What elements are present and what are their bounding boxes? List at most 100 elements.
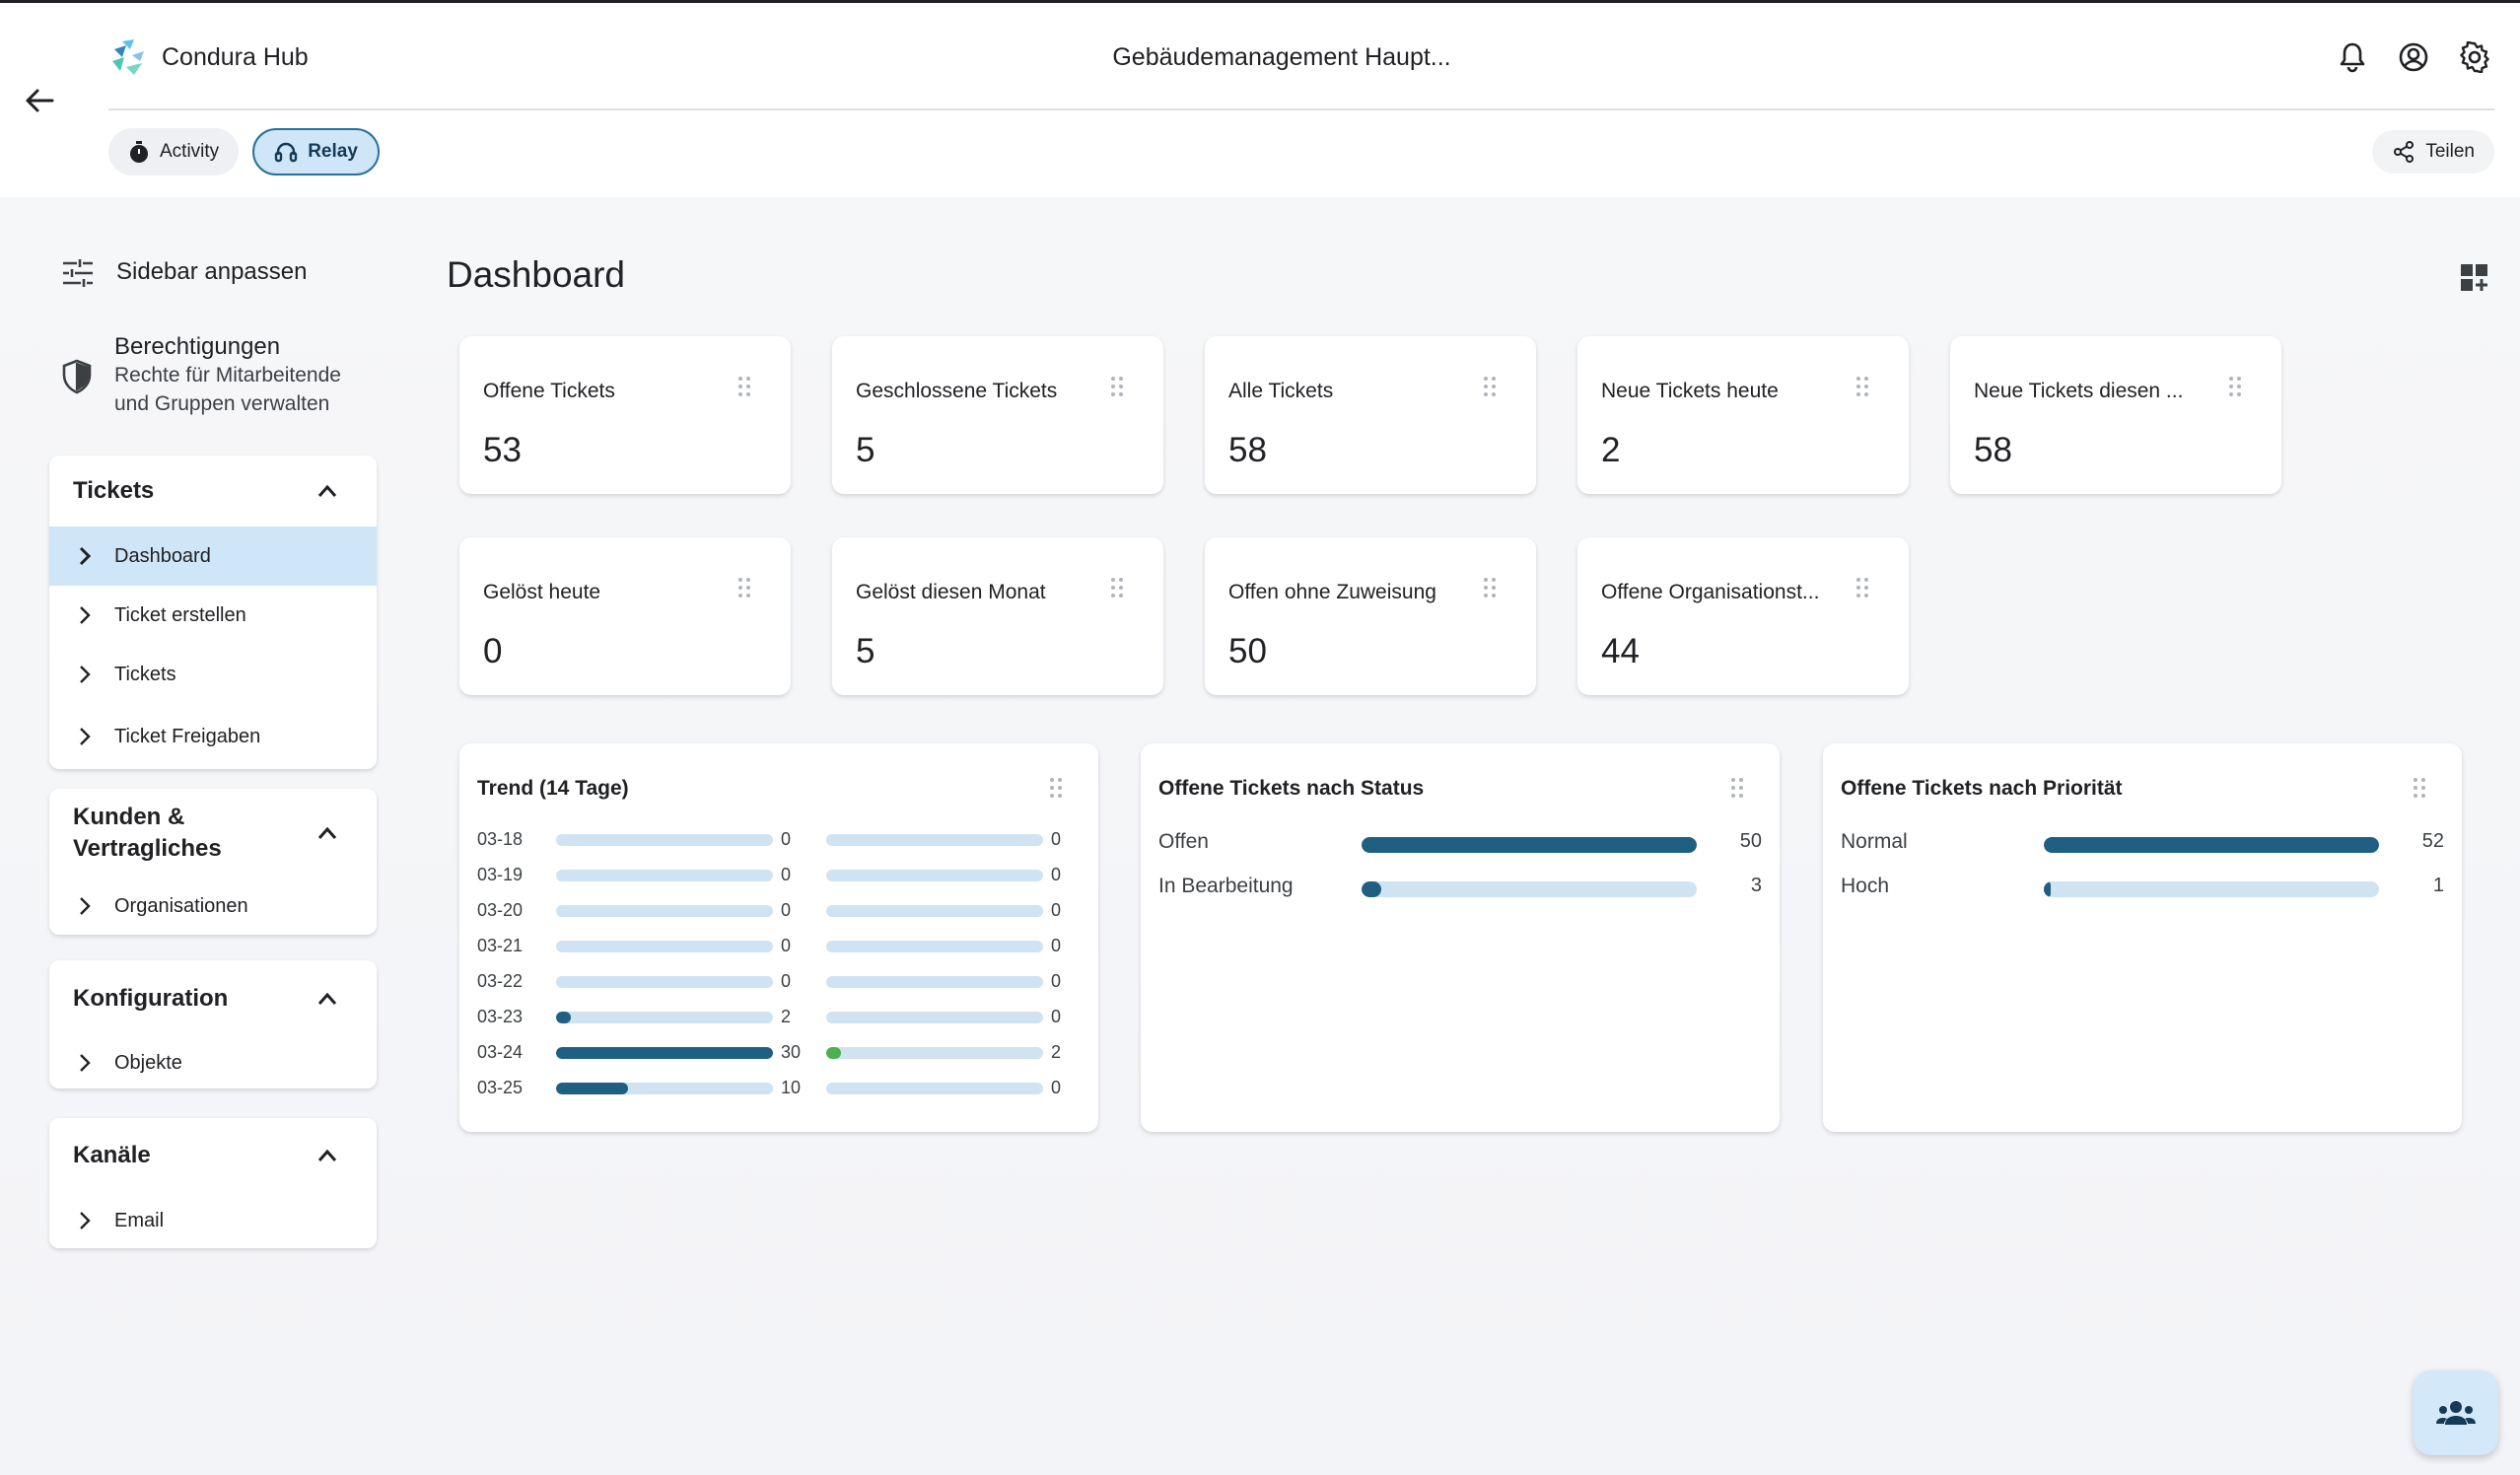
kpi-label: Alle Tickets xyxy=(1228,380,1334,402)
drag-handle-icon[interactable] xyxy=(737,577,751,598)
brand[interactable]: Condura Hub xyxy=(108,37,309,77)
kpi-value: 53 xyxy=(483,431,522,469)
share-button[interactable]: Teilen xyxy=(2372,130,2494,174)
add-widget-button[interactable] xyxy=(2455,260,2494,296)
drag-handle-icon[interactable] xyxy=(1110,577,1124,598)
kpi-card[interactable]: Offen ohne Zuweisung 50 xyxy=(1205,537,1536,695)
drag-handle-icon[interactable] xyxy=(1049,777,1063,799)
tune-icon xyxy=(63,259,93,287)
sidebar-section-konfiguration-header[interactable]: Konfiguration xyxy=(49,960,377,1037)
drag-handle-icon[interactable] xyxy=(1483,577,1497,598)
chip-relay[interactable]: Relay xyxy=(252,128,380,176)
kpi-card[interactable]: Gelöst diesen Monat 5 xyxy=(832,537,1163,695)
sidebar-item-objekte[interactable]: Objekte xyxy=(49,1037,377,1089)
stopwatch-icon xyxy=(130,141,148,163)
kpi-card[interactable]: Offene Organisationst... 44 xyxy=(1577,537,1909,695)
sidebar-item-label: Organisationen xyxy=(114,894,248,917)
notifications-button[interactable] xyxy=(2335,39,2370,75)
trend-date: 03-18 xyxy=(477,829,524,849)
sidebar-section-kanaele-title: Kanäle xyxy=(73,1142,151,1168)
shield-icon xyxy=(62,359,92,394)
kpi-value: 2 xyxy=(1601,431,1621,469)
sidebar-item-tickets[interactable]: Tickets xyxy=(49,645,377,704)
sidebar-item-ticket-erstellen[interactable]: Ticket erstellen xyxy=(49,586,377,645)
trend-value: 0 xyxy=(781,936,792,955)
sidebar-item-label: Dashboard xyxy=(114,544,211,567)
trend-bar-b xyxy=(826,905,1043,917)
trend-value: 0 xyxy=(781,829,792,849)
sidebar-item-ticket-freigaben[interactable]: Ticket Freigaben xyxy=(49,704,377,769)
trend-value: 10 xyxy=(781,1078,802,1097)
sidebar-section-konfiguration: Konfiguration Objekte xyxy=(49,960,377,1089)
drag-handle-icon[interactable] xyxy=(1483,376,1497,397)
sidebar-permissions-button[interactable]: Berechtigungen Rechte für Mitarbeitende … xyxy=(61,333,341,418)
trend-value: 0 xyxy=(1051,1007,1062,1026)
drag-handle-icon[interactable] xyxy=(2413,777,2426,799)
sidebar-section-konfiguration-title: Konfiguration xyxy=(73,985,229,1012)
trend-date: 03-22 xyxy=(477,971,524,991)
kpi-label: Neue Tickets diesen ... xyxy=(1974,380,2184,402)
kpi-value: 5 xyxy=(856,632,875,670)
sidebar-item-label: Ticket Freigaben xyxy=(114,725,261,747)
kpi-card[interactable]: Alle Tickets 58 xyxy=(1205,336,1536,494)
kpi-value: 58 xyxy=(1974,431,2012,469)
gear-icon xyxy=(2460,41,2489,73)
priority-label: Normal xyxy=(1841,830,1908,853)
trend-value: 0 xyxy=(1051,900,1062,920)
back-button[interactable] xyxy=(20,83,59,118)
page-header-title: Gebäudemanagement Haupt... xyxy=(1112,43,1451,71)
settings-button[interactable] xyxy=(2457,39,2492,75)
trend-value: 0 xyxy=(781,865,792,884)
trend-value: 0 xyxy=(1051,865,1062,884)
sidebar-item-organisationen[interactable]: Organisationen xyxy=(49,878,377,935)
kpi-card[interactable]: Gelöst heute 0 xyxy=(459,537,791,695)
sidebar-section-kunden-header[interactable]: Kunden & Vertragliches xyxy=(49,789,377,878)
drag-handle-icon[interactable] xyxy=(1110,376,1124,397)
kpi-card[interactable]: Neue Tickets heute 2 xyxy=(1577,336,1909,494)
sidebar-section-tickets-header[interactable]: Tickets xyxy=(49,456,377,527)
kpi-value: 58 xyxy=(1228,431,1267,469)
trend-bar-a xyxy=(556,834,773,846)
drag-handle-icon[interactable] xyxy=(2228,376,2242,397)
kpi-value: 0 xyxy=(483,632,503,670)
drag-handle-icon[interactable] xyxy=(737,376,751,397)
sidebar-item-dashboard[interactable]: Dashboard xyxy=(49,527,377,586)
account-button[interactable] xyxy=(2396,39,2431,75)
drag-handle-icon[interactable] xyxy=(1730,777,1744,799)
chip-activity[interactable]: Activity xyxy=(108,128,240,176)
chevron-right-icon xyxy=(80,1054,91,1072)
sidebar-item-email[interactable]: Email xyxy=(49,1193,377,1248)
chevron-up-icon xyxy=(317,992,337,1005)
sidebar-section-kanaele-header[interactable]: Kanäle xyxy=(49,1118,377,1193)
sidebar-section-tickets-title: Tickets xyxy=(73,477,155,504)
account-circle-icon xyxy=(2399,42,2428,72)
bell-icon xyxy=(2340,42,2365,73)
trend-date: 03-21 xyxy=(477,936,524,955)
priority-row: Hoch 1 xyxy=(1841,875,2444,898)
drag-handle-icon[interactable] xyxy=(1855,376,1869,397)
trend-date: 03-19 xyxy=(477,865,524,884)
priority-bar-fill xyxy=(2044,837,2379,853)
kpi-card[interactable]: Neue Tickets diesen ... 58 xyxy=(1950,336,2281,494)
sidebar-customize-button[interactable]: Sidebar anpassen xyxy=(61,258,307,288)
trend-row: 03-24 30 2 xyxy=(459,1042,1098,1064)
trend-bar-a xyxy=(556,1083,773,1094)
trend-row: 03-23 2 0 xyxy=(459,1007,1098,1028)
sidebar-section-kunden: Kunden & Vertragliches Organisationen xyxy=(49,789,377,935)
status-value: 3 xyxy=(1750,875,1762,896)
priority-value: 1 xyxy=(2432,875,2444,896)
chevron-up-icon xyxy=(317,1149,337,1161)
panel-priority: Offene Tickets nach Priorität Normal 52 Ho… xyxy=(1823,743,2462,1132)
kpi-card[interactable]: Offene Tickets 53 xyxy=(459,336,791,494)
trend-value: 2 xyxy=(781,1007,792,1026)
drag-handle-icon[interactable] xyxy=(1855,577,1869,598)
status-row: Offen 50 xyxy=(1158,830,1762,854)
trend-date: 03-24 xyxy=(477,1042,524,1062)
team-fab-button[interactable] xyxy=(2414,1370,2498,1455)
trend-row: 03-21 0 0 xyxy=(459,936,1098,957)
trend-value: 0 xyxy=(1051,971,1062,991)
kpi-card[interactable]: Geschlossene Tickets 5 xyxy=(832,336,1163,494)
chevron-right-icon xyxy=(80,606,91,624)
trend-bar-a xyxy=(556,1047,773,1059)
condura-logo-icon xyxy=(112,39,144,75)
